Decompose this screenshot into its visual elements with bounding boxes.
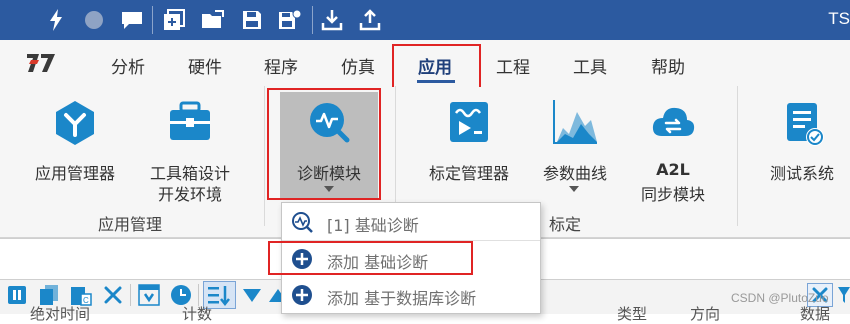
parameter-curve-button[interactable] bbox=[551, 98, 599, 146]
test-system-button[interactable] bbox=[785, 101, 825, 147]
ribbon-group-divider bbox=[264, 86, 265, 226]
diagnostic-small-icon bbox=[291, 211, 313, 233]
new-project-icon[interactable] bbox=[160, 6, 188, 34]
save-as-icon[interactable] bbox=[276, 6, 304, 34]
app-manager-button[interactable] bbox=[50, 98, 100, 148]
export-icon[interactable] bbox=[356, 6, 384, 34]
toolbox-label-line2: 开发环境 bbox=[157, 185, 222, 204]
test-system-label: 测试系统 bbox=[769, 164, 834, 183]
pause-icon[interactable] bbox=[5, 283, 29, 307]
parameter-curve-label: 参数曲线 bbox=[542, 164, 607, 183]
highlight-box-add-basic-diagnostic bbox=[268, 241, 473, 275]
tab-project[interactable]: 工程 bbox=[496, 53, 530, 78]
menu-item-label: [1] 基础诊断 bbox=[327, 216, 419, 235]
highlight-box-diagnostic-module bbox=[267, 88, 381, 200]
watermark: CSDN @PlutoZuo bbox=[731, 291, 829, 305]
menu-item-add-database-diagnostic[interactable]: 添加 基于数据库诊断 bbox=[282, 278, 540, 312]
triangle-down-icon[interactable] bbox=[240, 283, 264, 307]
a2l-sync-button[interactable] bbox=[650, 102, 696, 144]
tab-help[interactable]: 帮助 bbox=[651, 53, 685, 78]
highlight-box-application-tab bbox=[392, 44, 481, 89]
ribbon-group-divider bbox=[737, 86, 738, 226]
menu-item-basic-diagnostic[interactable]: [1] 基础诊断 bbox=[282, 205, 540, 239]
tab-analysis[interactable]: 分析 bbox=[111, 53, 145, 78]
import-icon[interactable] bbox=[318, 6, 346, 34]
connection-status-icon[interactable] bbox=[80, 6, 108, 34]
message-icon[interactable] bbox=[118, 6, 146, 34]
tab-simulation[interactable]: 仿真 bbox=[341, 53, 375, 78]
cloud-sync-icon bbox=[652, 107, 695, 136]
tab-hardware[interactable]: 硬件 bbox=[188, 53, 222, 78]
group-label-app-management: 应用管理 bbox=[97, 215, 162, 234]
toolbox-button[interactable] bbox=[167, 99, 213, 145]
calibration-manager-label: 标定管理器 bbox=[428, 164, 509, 183]
test-system-icon bbox=[787, 103, 824, 146]
tab-tools[interactable]: 工具 bbox=[573, 53, 607, 78]
chevron-down-icon bbox=[569, 186, 579, 192]
calibration-manager-icon bbox=[450, 102, 488, 142]
app-manager-icon bbox=[56, 101, 94, 145]
tab-program[interactable]: 程序 bbox=[264, 53, 298, 78]
close-icon[interactable] bbox=[101, 283, 125, 307]
calibration-manager-button[interactable] bbox=[447, 99, 491, 145]
toolbox-icon bbox=[170, 101, 210, 140]
open-folder-icon[interactable] bbox=[199, 6, 227, 34]
menu-item-label: 添加 基于数据库诊断 bbox=[327, 289, 477, 308]
window-title: TS bbox=[828, 9, 850, 28]
a2l-label-line2: 同步模块 bbox=[640, 185, 705, 204]
parameter-curve-icon bbox=[553, 100, 597, 144]
group-label-calibration: 标定 bbox=[548, 215, 581, 234]
lightning-icon[interactable] bbox=[42, 6, 70, 34]
title-bar: TS bbox=[0, 0, 850, 40]
app-logo-icon bbox=[25, 50, 59, 76]
add-circle-icon bbox=[291, 284, 313, 306]
a2l-label-line1: A2L bbox=[656, 160, 690, 179]
save-icon[interactable] bbox=[238, 6, 266, 34]
filter-icon[interactable] bbox=[137, 283, 161, 307]
app-manager-label: 应用管理器 bbox=[34, 164, 115, 183]
funnel-icon[interactable] bbox=[838, 283, 850, 307]
